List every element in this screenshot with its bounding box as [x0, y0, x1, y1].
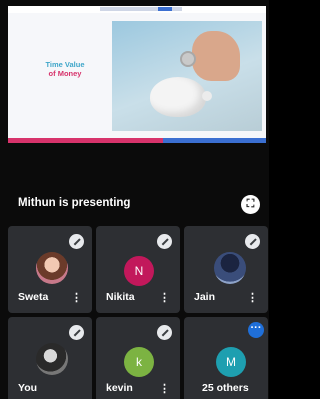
- more-options-icon[interactable]: ⋮: [247, 291, 258, 304]
- avatar: k: [124, 347, 154, 377]
- participant-name: Jain: [194, 291, 216, 303]
- more-options-icon[interactable]: ⋮: [159, 382, 170, 395]
- presenting-label: Mithun is presenting: [18, 197, 131, 209]
- slide-tab-active: [158, 7, 172, 11]
- others-count-label: 25 others: [202, 382, 249, 394]
- slide-bottom-bar: [8, 138, 266, 143]
- mic-off-icon: [157, 325, 172, 340]
- mic-off-icon: [157, 234, 172, 249]
- more-options-icon[interactable]: ⋮: [71, 291, 82, 304]
- mic-off-icon: [69, 234, 84, 249]
- avatar: [214, 252, 246, 284]
- participant-name: You: [18, 382, 38, 394]
- coin-graphic: [180, 51, 196, 67]
- avatar: M: [216, 347, 246, 377]
- presenting-bar: Mithun is presenting ⛶: [8, 190, 266, 220]
- hand-graphic: [192, 31, 240, 81]
- participant-tile-jain[interactable]: Jain ⋮: [184, 226, 268, 313]
- avatar: [36, 252, 68, 284]
- piggy-bank-image: [112, 21, 262, 131]
- participant-name: Nikita: [106, 291, 135, 303]
- participant-tile-kevin[interactable]: k kevin ⋮: [96, 317, 180, 399]
- more-options-icon[interactable]: ⋮: [159, 291, 170, 304]
- piggy-bank-graphic: [150, 77, 212, 117]
- participant-tile-you[interactable]: You: [8, 317, 92, 399]
- slide-title-line1: Time Value: [45, 60, 85, 69]
- participant-tile-sweta[interactable]: Sweta ⋮: [8, 226, 92, 313]
- avatar: N: [124, 256, 154, 286]
- slide-title-line2: of Money: [48, 69, 82, 78]
- slide-title: Time Value of Money: [30, 60, 100, 78]
- mic-off-icon: [245, 234, 260, 249]
- participant-name: Sweta: [18, 291, 49, 303]
- meeting-stage: Time Value of Money Mithun is presenting…: [0, 0, 269, 399]
- participant-name: kevin: [106, 382, 133, 394]
- participant-tile-nikita[interactable]: N Nikita ⋮: [96, 226, 180, 313]
- participant-tile-others[interactable]: ··· M 25 others: [184, 317, 268, 399]
- fullscreen-icon[interactable]: ⛶: [241, 195, 260, 214]
- avatar: [36, 343, 68, 375]
- slide-top-bar: [8, 6, 266, 13]
- mic-off-icon: [69, 325, 84, 340]
- shared-presentation[interactable]: Time Value of Money: [8, 6, 266, 143]
- more-horizontal-icon[interactable]: ···: [248, 322, 264, 338]
